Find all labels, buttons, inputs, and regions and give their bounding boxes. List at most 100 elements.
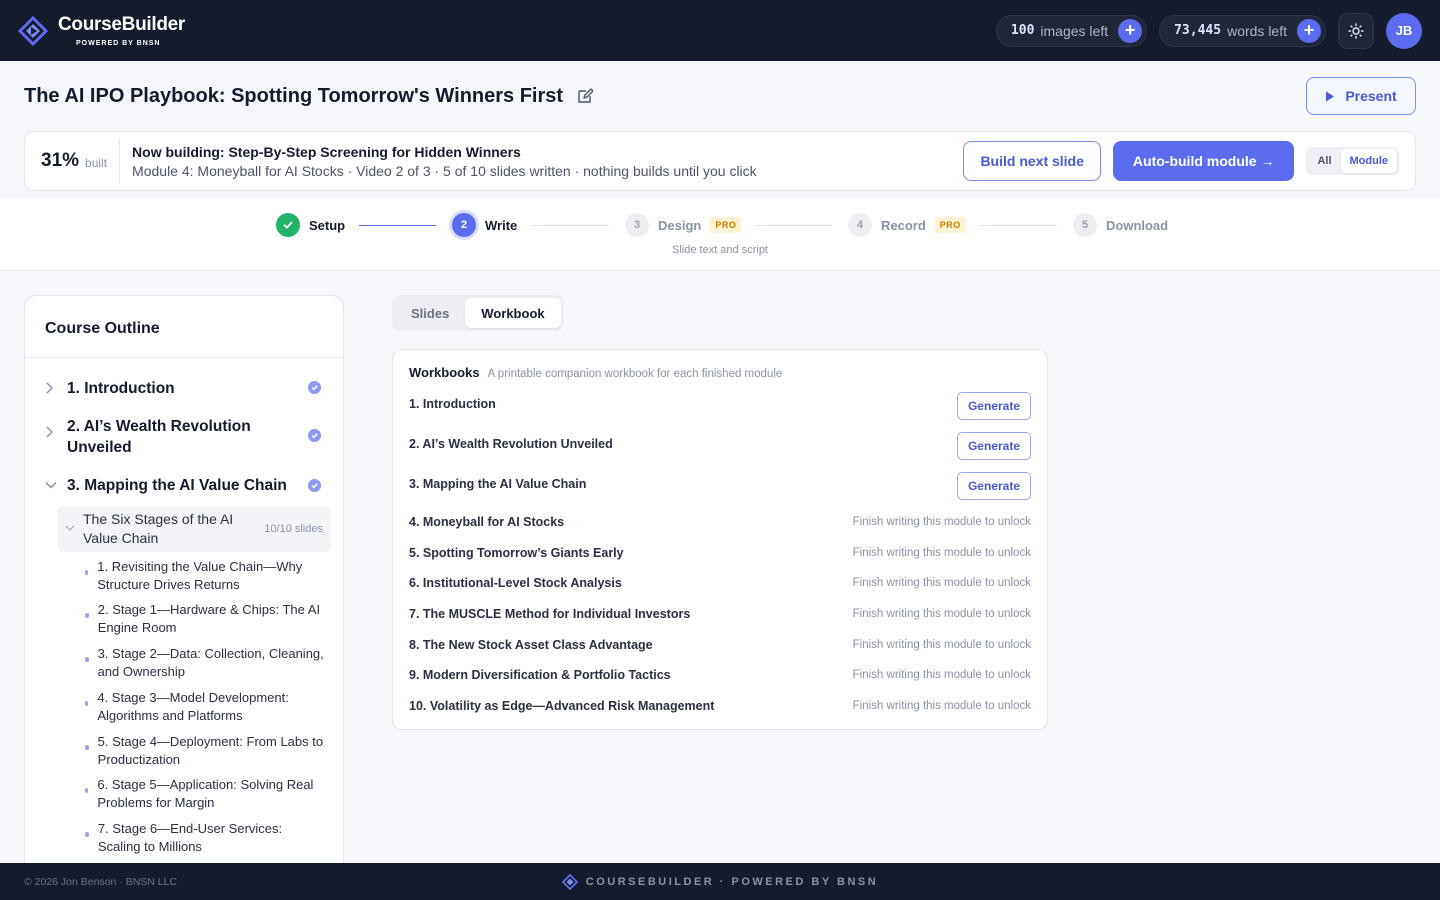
workbook-module-name: 8. The New Stock Asset Class Advantage <box>409 638 653 652</box>
generate-workbook-button[interactable]: Generate <box>956 392 1031 420</box>
tab-slides[interactable]: Slides <box>395 298 465 328</box>
module-title: 1. Introduction <box>67 380 175 397</box>
step-label: Write <box>485 217 518 233</box>
build-status-card: 31% built Now building: Step-By-Step Scr… <box>24 131 1416 191</box>
course-outline-panel: Course Outline 1. Introduction 2. AI’s W… <box>24 295 344 875</box>
step-design[interactable]: 3 Design PRO <box>625 213 742 237</box>
step-number: 2 <box>452 213 476 237</box>
checkmark-icon <box>276 213 300 237</box>
video-title: The Six Stages of the AI Value Chain <box>83 511 234 546</box>
chevron-down-icon <box>45 479 59 493</box>
workbook-module-name: 2. AI’s Wealth Revolution Unveiled <box>409 437 613 451</box>
present-label: Present <box>1345 88 1397 104</box>
video-slide-count: 10/10 slides <box>264 523 323 535</box>
scope-module-option[interactable]: Module <box>1340 149 1397 173</box>
workbook-row: 10. Volatility as Edge—Advanced Risk Man… <box>409 697 1031 715</box>
edit-title-icon[interactable] <box>577 88 594 104</box>
add-words-button[interactable]: + <box>1297 18 1321 43</box>
brand-logo[interactable]: CourseBuilder POWERED BY BNSN <box>18 15 185 47</box>
words-credit-pill: 73,445 words left + <box>1159 14 1326 47</box>
step-number: 5 <box>1073 213 1097 237</box>
module-title: 2. AI’s Wealth Revolution Unveiled <box>67 418 251 456</box>
bullet-dot-icon <box>85 570 89 575</box>
slide-item[interactable]: 1. Revisiting the Value Chain—Why Struct… <box>85 558 325 594</box>
step-record[interactable]: 4 Record PRO <box>848 213 966 237</box>
step-write[interactable]: 2 Write <box>452 213 517 237</box>
bullet-dot-icon <box>85 832 89 837</box>
workbook-row: 6. Institutional-Level Stock Analysis Fi… <box>409 574 1031 592</box>
step-setup[interactable]: Setup <box>276 213 345 237</box>
brand-name: CourseBuilder <box>58 13 186 35</box>
slide-item[interactable]: 6. Stage 5—Application: Solving Real Pro… <box>85 776 325 812</box>
add-images-button[interactable]: + <box>1118 18 1143 43</box>
slide-item[interactable]: 7. Stage 6—End-User Services: Scaling to… <box>85 820 325 856</box>
logo-mark-icon <box>18 15 48 46</box>
workbook-row: 3. Mapping the AI Value Chain Generate <box>409 471 1031 501</box>
top-bar: CourseBuilder POWERED BY BNSN 100 images… <box>0 0 1440 61</box>
slide-title: 1. Revisiting the Value Chain—Why Struct… <box>97 559 303 592</box>
step-label: Record <box>881 217 926 233</box>
footer-logo-icon <box>561 873 578 890</box>
bullet-dot-icon <box>85 613 89 618</box>
workbooks-subtitle: A printable companion workbook for each … <box>487 368 783 380</box>
sun-icon <box>1348 22 1364 39</box>
slide-title: 7. Stage 6—End-User Services: Scaling to… <box>97 821 283 854</box>
workbook-locked-note: Finish writing this module to unlock <box>852 547 1031 559</box>
pro-badge: PRO <box>710 217 742 233</box>
module-title: 3. Mapping the AI Value Chain <box>67 477 287 494</box>
slide-item[interactable]: 4. Stage 3—Model Development: Algorithms… <box>85 689 325 725</box>
page-title: The AI IPO Playbook: Spotting Tomorrow's… <box>24 84 564 107</box>
bullet-dot-icon <box>85 701 89 706</box>
workbook-locked-note: Finish writing this module to unlock <box>852 669 1031 681</box>
images-credit-pill: 100 images left + <box>995 14 1148 47</box>
workbook-row: 8. The New Stock Asset Class Advantage F… <box>409 636 1031 654</box>
slide-title: 4. Stage 3—Model Development: Algorithms… <box>97 690 289 723</box>
workbook-locked-note: Finish writing this module to unlock <box>852 639 1031 651</box>
step-connector <box>980 225 1057 226</box>
workbook-module-name: 4. Moneyball for AI Stocks <box>409 515 565 529</box>
slide-item[interactable]: 2. Stage 1—Hardware & Chips: The AI Engi… <box>85 601 325 637</box>
workbook-row: 2. AI’s Wealth Revolution Unveiled Gener… <box>409 431 1031 461</box>
slide-item[interactable]: 5. Stage 4—Deployment: From Labs to Prod… <box>85 733 325 769</box>
workbook-locked-note: Finish writing this module to unlock <box>852 516 1031 528</box>
auto-build-module-button[interactable]: Auto-build module → <box>1112 141 1295 181</box>
build-next-slide-button[interactable]: Build next slide <box>963 141 1101 181</box>
theme-toggle-button[interactable] <box>1338 12 1374 49</box>
module-item[interactable]: 1. Introduction <box>25 378 343 399</box>
workbook-module-name: 7. The MUSCLE Method for Individual Inve… <box>409 607 691 621</box>
words-count: 73,445 <box>1174 23 1222 38</box>
bullet-dot-icon <box>85 745 89 750</box>
workflow-stepper: Setup 2 Write 3 Design PRO 4 Record PRO … <box>0 199 1440 271</box>
step-number: 3 <box>625 213 649 237</box>
build-percent: 31% <box>41 150 80 171</box>
footer-brand: COURSEBUILDER · POWERED BY BNSN <box>585 875 879 888</box>
module-item[interactable]: 2. AI’s Wealth Revolution Unveiled <box>25 416 343 458</box>
workbook-row: 4. Moneyball for AI Stocks Finish writin… <box>409 513 1031 531</box>
bullet-dot-icon <box>85 788 89 793</box>
slide-title: 2. Stage 1—Hardware & Chips: The AI Engi… <box>97 602 321 635</box>
workbook-module-name: 5. Spotting Tomorrow’s Giants Early <box>409 546 624 560</box>
step-label: Design <box>658 217 702 233</box>
module-item[interactable]: 3. Mapping the AI Value Chain <box>25 475 343 496</box>
tab-workbook[interactable]: Workbook <box>465 298 561 328</box>
workbook-module-name: 10. Volatility as Edge—Advanced Risk Man… <box>409 699 715 713</box>
workbook-locked-note: Finish writing this module to unlock <box>852 608 1031 620</box>
module-complete-icon <box>308 479 321 492</box>
step-number: 4 <box>848 213 872 237</box>
video-item[interactable]: The Six Stages of the AI Value Chain 10/… <box>57 506 331 552</box>
generate-workbook-button[interactable]: Generate <box>956 472 1031 500</box>
workbooks-title: Workbooks <box>409 365 480 380</box>
workbook-locked-note: Finish writing this module to unlock <box>852 577 1031 589</box>
images-count: 100 <box>1010 23 1035 38</box>
slide-item[interactable]: 3. Stage 2—Data: Collection, Cleaning, a… <box>85 645 325 681</box>
step-connector <box>359 225 436 226</box>
present-button[interactable]: Present <box>1306 77 1416 115</box>
step-download[interactable]: 5 Download <box>1073 213 1168 237</box>
step-label: Setup <box>309 217 346 233</box>
workbook-row: 1. Introduction Generate <box>409 391 1031 421</box>
scope-all-option[interactable]: All <box>1308 149 1340 173</box>
pro-badge: PRO <box>934 217 966 233</box>
user-avatar[interactable]: JB <box>1386 12 1422 49</box>
step-connector <box>532 225 609 226</box>
generate-workbook-button[interactable]: Generate <box>956 432 1031 460</box>
